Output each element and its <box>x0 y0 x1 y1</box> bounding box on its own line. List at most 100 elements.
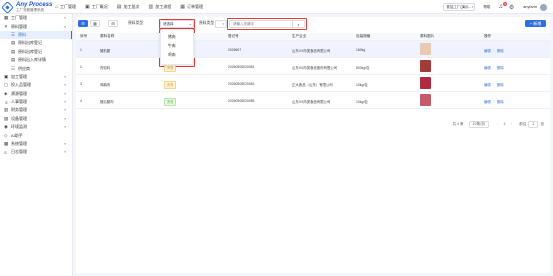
page-number[interactable]: 1 <box>501 121 508 128</box>
topnav-orders[interactable]: ▦ 订单管理 <box>180 4 203 10</box>
sidebar-item[interactable]: ☰ 原料 <box>0 30 72 40</box>
topnav-flow[interactable]: ▥ 加工流程 <box>149 4 172 10</box>
sidebar-item-label: 原料出入库详情 <box>18 57 46 63</box>
action-divider: | <box>493 47 494 52</box>
sidebar-item-label: 原料出库登记 <box>18 48 42 54</box>
chevron-down-icon: ▾ <box>64 100 66 105</box>
edit-link[interactable]: 编辑 <box>484 82 491 87</box>
edit-link[interactable]: 编辑 <box>484 99 491 104</box>
delete-link[interactable]: 删除 <box>497 82 504 87</box>
add-button[interactable]: + 新增 <box>525 20 546 27</box>
sidebar-item[interactable]: ◈ 溯源管理 ▾ <box>0 90 72 98</box>
dropdown-option[interactable]: 鸡肉 <box>161 51 193 60</box>
delete-link[interactable]: 删除 <box>497 48 504 53</box>
material-type-select[interactable]: 请选择 ▴ <box>160 20 194 28</box>
cell-company: 山东XX肉类食品有限公司 <box>292 99 331 104</box>
bell-icon[interactable]: ♫ 3 <box>498 2 507 10</box>
chevron-down-icon: ▾ <box>64 125 66 130</box>
cell-name: 鸡胸肉 <box>100 82 111 87</box>
filter1-label: 原料类型 <box>128 21 144 25</box>
trace-icon: ◈ <box>4 90 8 96</box>
action-divider: | <box>493 64 494 69</box>
search-button[interactable]: ⌕ <box>292 21 304 27</box>
material-thumbnail[interactable] <box>420 77 431 89</box>
list-icon: ☰ <box>81 21 85 26</box>
filter2-select[interactable]: ▾ <box>215 20 227 28</box>
search-input[interactable] <box>230 22 286 26</box>
cell-spec: 10kg/包 <box>356 99 368 104</box>
sidebar-item-label: 投入品管理 <box>11 82 31 88</box>
sidebar-item[interactable]: ☷ 供应商 <box>0 64 72 72</box>
sidebar-item[interactable]: ▩ 系统管理 ▾ <box>0 140 72 148</box>
sidebar-item[interactable]: ▧ 设备管理 ▾ <box>0 115 72 123</box>
chevron-down-icon: ▾ <box>64 24 66 29</box>
sidebar-item[interactable]: ▤ 原料出库登记 <box>0 48 72 56</box>
cell-no: 3 <box>80 81 82 86</box>
prev-page-icon[interactable]: ‹ <box>497 122 498 126</box>
sidebar-item[interactable]: ▢ 投入品管理 ▾ <box>0 81 72 89</box>
sidebar-item[interactable]: ▦ 工厂管理 ▾ <box>0 14 72 22</box>
dropdown-option[interactable]: 牛肉 <box>161 42 193 51</box>
username[interactable]: anyfarm <box>523 5 537 9</box>
sidebar-item[interactable]: ☺ 人事管理 ▾ <box>0 98 72 106</box>
avatar[interactable] <box>540 3 547 11</box>
chevron-down-icon: ▾ <box>64 91 66 96</box>
chevron-down-icon: ▾ <box>64 74 66 79</box>
next-page-icon[interactable]: › <box>511 122 512 126</box>
cell-reg: 20260508020085 <box>228 98 255 103</box>
factory-icon: ▦ <box>4 15 9 21</box>
delete-link[interactable]: 删除 <box>497 99 504 104</box>
material-thumbnail[interactable] <box>420 43 431 55</box>
list-view-button[interactable]: ☰ <box>78 20 88 27</box>
list-icon: ☰ <box>11 31 16 37</box>
topnav-batch[interactable]: ▤ 加工批次 <box>117 4 140 10</box>
gear-icon[interactable]: ⚙ <box>509 4 514 11</box>
pagination: 共 4 条 10条/页 ‹ 1 › 前往 1 页 <box>452 120 544 128</box>
edit-link[interactable]: 编辑 <box>484 48 491 53</box>
grid-icon: ▦ <box>93 21 97 26</box>
type-tag: 冷冻 <box>164 97 177 106</box>
chevron-down-icon: ▾ <box>64 16 66 21</box>
action-divider: | <box>493 98 494 103</box>
goto-input[interactable]: 1 <box>528 120 539 128</box>
sidebar-item[interactable]: ≡ 日志管理 ▾ <box>0 148 72 156</box>
cell-spec: 10kg/包 <box>356 82 368 87</box>
table-row[interactable]: 4 猪后腿肉 20260508020085 山东XX肉类食品有限公司 10kg/包 冷冻 编… <box>76 92 550 109</box>
sidebar-item[interactable]: ▤ 原料出入库详情 <box>0 56 72 64</box>
chevron-down-icon: ▾ <box>64 83 66 88</box>
chevron-down-icon: ▾ <box>222 22 224 26</box>
org-select[interactable]: 鲁加工厂(演示... ▾ <box>443 3 476 11</box>
page-size-select[interactable]: 10条/页 <box>468 120 489 128</box>
top-right-area: 鲁加工厂(演示... ▾ 帮助 ♫ 3 ⚙ anyfarm <box>443 2 547 12</box>
env-icon: ◉ <box>4 124 8 130</box>
dropdown-option[interactable]: 猪肉 <box>161 33 193 42</box>
sidebar-item[interactable]: ▣ 加工管理 ▾ <box>0 73 72 81</box>
main-panel: ☰ ▦ ⊞ 原料类型 请选择 ▴ 原料类型 ▾ ⌕ + 新增 猪肉 <box>76 17 550 273</box>
sidebar-item[interactable]: ▥ 财务管理 ▾ <box>0 106 72 114</box>
column-settings-button[interactable]: ⊞ <box>108 20 118 27</box>
sidebar-item-label: 原料 <box>18 31 26 37</box>
edit-link[interactable]: 编辑 <box>484 65 491 70</box>
material-thumbnail[interactable] <box>420 60 431 72</box>
sidebar-item[interactable]: ◉ 环境监测 ▾ <box>0 123 72 131</box>
delete-link[interactable]: 删除 <box>497 65 504 70</box>
table-body: 1猪前腿2026667山东XX肉类食品有限公司160kg鲜编辑|删除2肉馅料20… <box>76 41 550 109</box>
logo: Any Process 工厂流程管理系统 <box>1 0 52 14</box>
help-link[interactable]: 帮助 <box>483 5 490 10</box>
sidebar-item[interactable]: ◇ AI助手 <box>0 131 72 139</box>
sidebar-item[interactable]: ✕ 原料管理 ▾ <box>0 22 72 30</box>
material-thumbnail[interactable] <box>420 94 431 106</box>
topnav-overview[interactable]: ▣ 工厂概况 <box>85 4 108 10</box>
topnav-factory[interactable]: ⌂ 工厂管理 <box>55 4 76 10</box>
table-row[interactable]: 1猪前腿2026667山东XX肉类食品有限公司160kg鲜编辑|删除 <box>76 41 550 58</box>
card-view-button[interactable]: ▦ <box>90 20 100 27</box>
table-row[interactable]: 2 肉馅料 20260508020081 山东XX肉类食品股份有限公司 500kg/包冷… <box>76 58 550 75</box>
flow-icon: ▥ <box>148 4 154 10</box>
filter2-label: 原料类型 <box>199 21 215 25</box>
table-row[interactable]: 3 鸡胸肉 20260508020083 正大食品（山东）有限公司 10kg/包 冷冻 编辑… <box>76 75 550 92</box>
device-icon: ▧ <box>4 115 9 121</box>
sidebar-item[interactable]: ▤ 原料出库登记 <box>0 39 72 47</box>
sidebar-item-label: 环境监测 <box>11 124 27 130</box>
sidebar-item-label: 原料管理 <box>11 23 27 29</box>
col-name: 原料名称 <box>100 34 115 38</box>
